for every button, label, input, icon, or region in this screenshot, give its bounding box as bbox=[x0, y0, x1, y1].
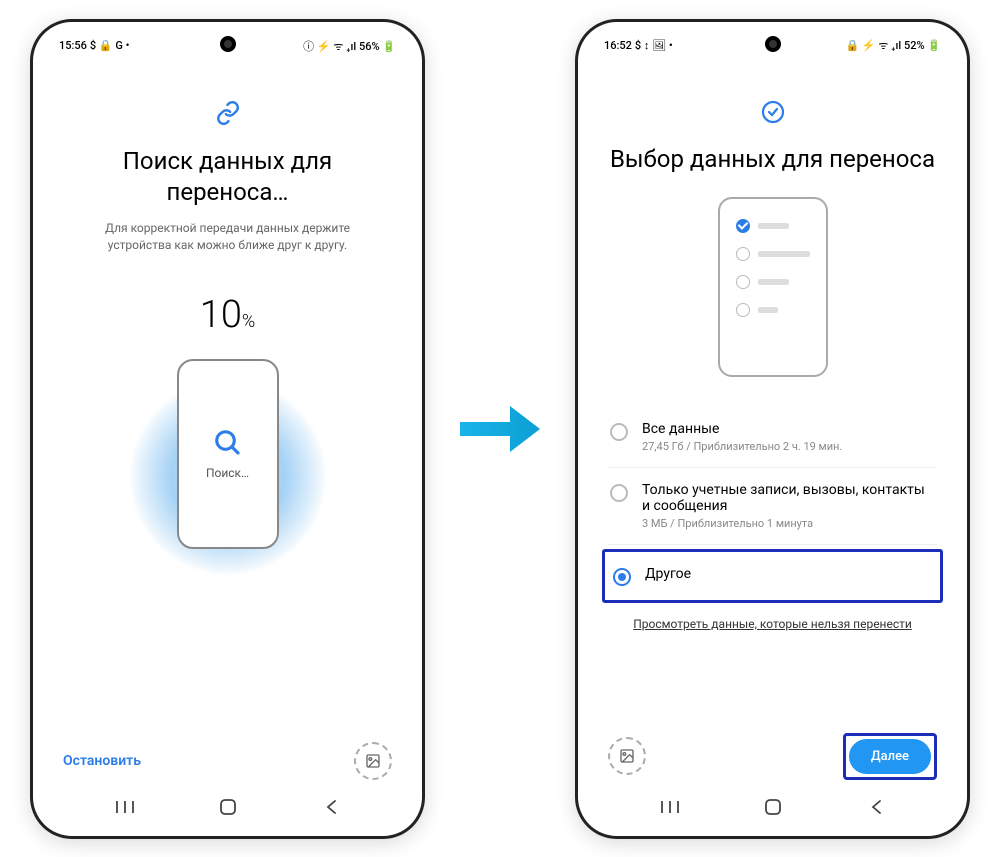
nav-back[interactable] bbox=[306, 796, 356, 818]
radio-icon bbox=[610, 423, 628, 441]
nav-recents[interactable] bbox=[645, 796, 695, 818]
scan-button[interactable] bbox=[354, 742, 392, 780]
screen-select-data: 16:52 $ ↕ 🖼 • 🔒 ⚡ ᯤ ₊ıl 52% 🔋 Выбор данн… bbox=[588, 32, 957, 826]
status-time: 15:56 bbox=[59, 39, 87, 52]
nav-back[interactable] bbox=[851, 796, 901, 818]
status-icons-left: $ 🔒 G • bbox=[90, 39, 130, 52]
status-icons-right: 🔒 ⚡ ᯤ ₊ıl 52% 🔋 bbox=[845, 38, 941, 53]
option-accounts-only[interactable]: Только учетные записи, вызовы, контакты … bbox=[608, 468, 937, 545]
progress-number: 10 bbox=[200, 293, 242, 337]
screen-searching: 15:56 $ 🔒 G • ⓘ ⚡ ᯤ ₊ıl 56% 🔋 Поиск данн… bbox=[43, 32, 412, 826]
options-list: Все данные 27,45 Гб / Приблизительно 2 ч… bbox=[608, 407, 937, 607]
stop-button[interactable]: Остановить bbox=[63, 753, 141, 769]
transition-arrow-icon bbox=[455, 394, 545, 464]
nav-bar bbox=[588, 788, 957, 826]
page-title: Поиск данных для переноса… bbox=[63, 146, 392, 208]
content-area: Выбор данных для переноса Все данные 27,… bbox=[588, 60, 957, 721]
link-icon bbox=[63, 100, 392, 126]
list-illustration bbox=[608, 197, 937, 377]
image-icon bbox=[619, 748, 635, 764]
next-button[interactable]: Далее bbox=[849, 739, 931, 774]
bottom-bar: Остановить bbox=[43, 730, 412, 788]
progress-percent: 10% bbox=[63, 293, 392, 337]
nav-bar bbox=[43, 788, 412, 826]
scan-button[interactable] bbox=[608, 737, 646, 775]
bottom-bar: Далее bbox=[588, 721, 957, 788]
option-subtitle: 3 МБ / Приблизительно 1 минута bbox=[642, 517, 935, 530]
status-right: ⓘ ⚡ ᯤ ₊ıl 56% 🔋 bbox=[303, 38, 396, 54]
next-button-highlight: Далее bbox=[843, 733, 937, 780]
option-title: Другое bbox=[645, 566, 932, 582]
checkbox-icon bbox=[736, 303, 750, 317]
status-icons-right: ⓘ ⚡ ᯤ ₊ıl 56% 🔋 bbox=[303, 38, 396, 54]
nav-recents[interactable] bbox=[100, 796, 150, 818]
nav-home[interactable] bbox=[203, 796, 253, 818]
checkbox-icon bbox=[736, 247, 750, 261]
page-subtitle: Для корректной передачи данных держите у… bbox=[63, 220, 392, 254]
option-title: Только учетные записи, вызовы, контакты … bbox=[642, 482, 935, 514]
search-icon bbox=[213, 428, 243, 458]
checkbox-icon bbox=[736, 219, 750, 233]
option-all-data[interactable]: Все данные 27,45 Гб / Приблизительно 2 ч… bbox=[608, 407, 937, 468]
progress-unit: % bbox=[242, 311, 255, 332]
image-icon bbox=[365, 753, 381, 769]
radio-icon bbox=[613, 568, 631, 586]
status-icons-left: $ ↕ 🖼 • bbox=[635, 39, 673, 52]
checkbox-icon bbox=[736, 275, 750, 289]
option-subtitle: 27,45 Гб / Приблизительно 2 ч. 19 мин. bbox=[642, 440, 935, 453]
phone-right: 16:52 $ ↕ 🖼 • 🔒 ⚡ ᯤ ₊ıl 52% 🔋 Выбор данн… bbox=[575, 19, 970, 839]
view-untransferable-link[interactable]: Просмотреть данные, которые нельзя перен… bbox=[608, 617, 937, 631]
camera-cutout bbox=[765, 36, 781, 52]
page-title: Выбор данных для переноса bbox=[608, 144, 937, 175]
status-left: 15:56 $ 🔒 G • bbox=[59, 39, 129, 52]
check-icon bbox=[608, 100, 937, 124]
content-area: Поиск данных для переноса… Для корректно… bbox=[43, 60, 412, 730]
search-visual: Поиск… bbox=[63, 377, 392, 729]
radio-icon bbox=[610, 484, 628, 502]
status-time: 16:52 bbox=[604, 39, 632, 52]
device-illustration: Поиск… bbox=[177, 359, 279, 549]
option-other[interactable]: Другое bbox=[602, 549, 943, 603]
camera-cutout bbox=[220, 36, 236, 52]
phone-left: 15:56 $ 🔒 G • ⓘ ⚡ ᯤ ₊ıl 56% 🔋 Поиск данн… bbox=[30, 19, 425, 839]
search-label: Поиск… bbox=[206, 466, 249, 480]
option-title: Все данные bbox=[642, 421, 935, 437]
status-left: 16:52 $ ↕ 🖼 • bbox=[604, 39, 673, 52]
nav-home[interactable] bbox=[748, 796, 798, 818]
status-right: 🔒 ⚡ ᯤ ₊ıl 52% 🔋 bbox=[845, 38, 941, 53]
